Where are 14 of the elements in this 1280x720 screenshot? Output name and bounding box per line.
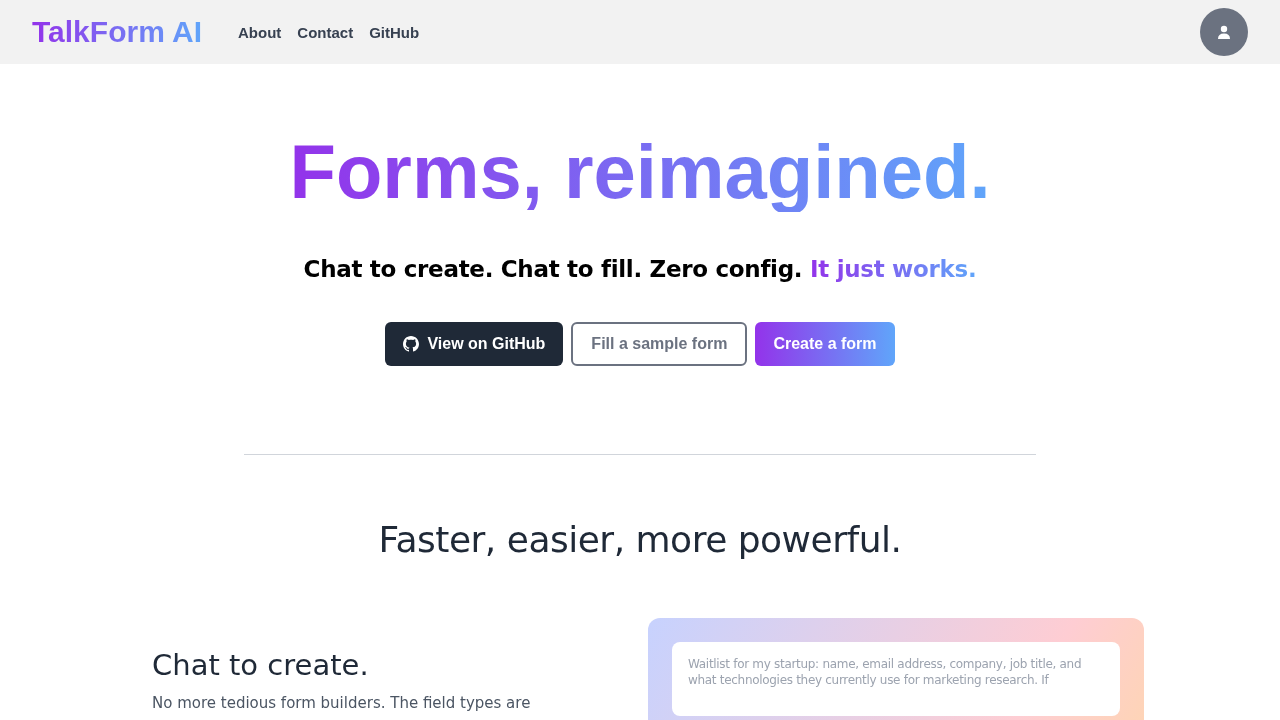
feature-description: No more tedious form builders. The field types are — [152, 693, 532, 714]
user-icon — [1217, 25, 1231, 39]
section-heading: Faster, easier, more powerful. — [377, 518, 903, 560]
user-avatar-button[interactable] — [1200, 8, 1248, 56]
github-button[interactable]: View on GitHub — [385, 321, 564, 366]
nav-link[interactable]: Contact — [293, 17, 358, 47]
feature-title: Chat to create. — [152, 647, 370, 682]
sample-form-button[interactable]: Fill a sample form — [571, 321, 748, 366]
create-form-button[interactable]: Create a form — [755, 321, 895, 366]
hero-subtitle: Chat to create. Chat to fill. Zero config. It just works. — [302, 255, 978, 282]
github-icon — [403, 335, 420, 352]
nav-link[interactable]: About — [234, 17, 286, 47]
prompt-field[interactable]: Waitlist for my startup: name, email address, company, job title, and what technologies they currently use for marketing research. If — [672, 641, 1120, 716]
nav-link[interactable]: GitHub — [365, 17, 424, 47]
